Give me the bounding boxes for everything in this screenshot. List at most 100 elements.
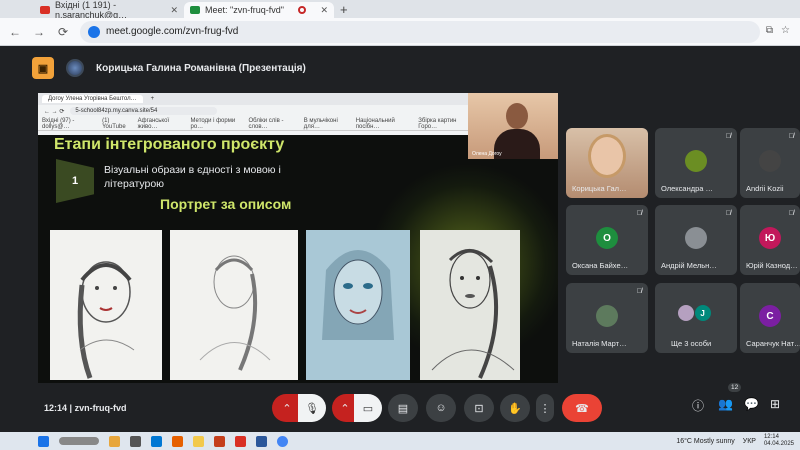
participant-tile[interactable]: 🎙̸ Ю Юрій Казнод… — [740, 205, 800, 275]
presentation-icon: ▣ — [32, 57, 54, 79]
widgets-icon[interactable] — [109, 435, 120, 447]
mic-off-icon: 🎙̸ — [788, 210, 794, 217]
chat-icon[interactable]: 💬 — [744, 397, 759, 411]
more-options-button[interactable]: ⋮ — [536, 394, 554, 422]
avatar — [678, 305, 695, 321]
explorer-icon[interactable] — [193, 435, 204, 447]
address-bar: ← → ⟳ meet.google.com/zvn-frug-fvd ⧉ ☆ — [0, 18, 800, 46]
translate-icon[interactable]: ⧉ — [766, 25, 773, 36]
portrait-drawing-1 — [50, 230, 162, 380]
shared-tab-bar: Догоу Улена Угорівна Бештол… + — [38, 93, 468, 105]
step-text: Візуальні образи в єдності з мовою і літ… — [104, 164, 281, 190]
more-icon: ⋮ — [539, 402, 551, 415]
close-icon[interactable]: ✕ — [170, 5, 178, 16]
language-indicator[interactable]: УКР — [743, 438, 756, 445]
tab-meet[interactable]: Meet: "zvn-fruq-fvd" ✕ — [184, 2, 334, 18]
raise-hand-button[interactable]: ✋ — [500, 394, 530, 422]
browser-tab-bar: Вхідні (1 191) - n.saranchuk@g… ✕ Meet: … — [0, 0, 800, 20]
step-number: 1 — [71, 175, 79, 187]
camera-off-icon: ▭ — [362, 402, 374, 415]
shared-tab: Догоу Улена Угорівна Бештол… — [42, 95, 143, 103]
avatar-letter: J — [700, 308, 705, 318]
task-view-icon[interactable] — [130, 435, 141, 447]
present-button[interactable]: ⊡ — [464, 394, 494, 422]
url-text: meet.google.com/zvn-frug-fvd — [106, 26, 239, 37]
start-icon[interactable] — [38, 435, 49, 447]
gmail-icon — [40, 6, 50, 14]
leave-call-button[interactable]: ☎ — [562, 394, 602, 422]
participant-name: Юрій Казнод… — [746, 261, 798, 270]
forward-button[interactable]: → — [32, 25, 46, 39]
participant-name: Саранчук Нат… — [746, 339, 800, 348]
meeting-time: 12:14 | zvn-fruq-fvd — [44, 403, 127, 413]
search-box[interactable] — [59, 437, 99, 445]
camera-toggle-button[interactable]: ▭ — [354, 394, 382, 422]
tab-gmail[interactable]: Вхідні (1 191) - n.saranchuk@g… ✕ — [34, 0, 184, 20]
shared-nav-icons: ← → ⟳ — [44, 108, 65, 115]
powerpoint-icon[interactable] — [214, 435, 225, 447]
reload-button[interactable]: ⟳ — [56, 25, 70, 39]
portrait-drawing-2 — [170, 230, 298, 380]
participant-name: Andrii Kozii — [746, 184, 784, 193]
participant-tile[interactable]: J Ще 3 особи — [655, 283, 737, 353]
participant-tile[interactable]: 🎙̸ Наталія Март… — [566, 283, 648, 353]
bookmark-item: В мульчіконі для… — [303, 117, 338, 130]
activities-icon[interactable]: ⊞ — [770, 397, 780, 411]
participant-tile[interactable]: 🎙̸ Олександра … — [655, 128, 737, 198]
weather-text[interactable]: 16°C Mostly sunny — [676, 438, 734, 445]
presenter-title: Корицька Галина Романівна (Презентація) — [96, 62, 306, 74]
new-tab-button[interactable]: + — [340, 2, 348, 17]
chrome-icon[interactable] — [277, 435, 288, 447]
mic-off-icon: 🎙̸ — [725, 210, 731, 217]
meet-header: ▣ Корицька Галина Романівна (Презентація… — [0, 46, 800, 90]
avatar — [685, 150, 707, 172]
avatar — [66, 59, 84, 77]
tab-gmail-label: Вхідні (1 191) - n.saranchuk@g… — [55, 0, 128, 20]
site-info-icon[interactable] — [88, 25, 100, 38]
clock-time: 12:14 — [763, 434, 779, 440]
participant-name: Оксана Байхе… — [572, 261, 629, 270]
participant-name: Ще 3 особи — [671, 339, 712, 348]
avatar: С — [759, 305, 781, 327]
participant-tile[interactable]: 🎙̸ Андрій Мельн… — [655, 205, 737, 275]
close-icon[interactable]: ✕ — [320, 5, 328, 16]
bookmark-item: Національний посібн… — [355, 117, 395, 130]
hand-icon: ✋ — [508, 402, 522, 415]
mic-toggle-button[interactable]: 🎙 — [298, 394, 326, 422]
mic-off-icon: 🎙̸ — [636, 288, 642, 295]
media-icon[interactable] — [235, 435, 246, 447]
meet-controls-bar: 12:14 | zvn-fruq-fvd ⌃ 🎙 ⌃ ▭ ▤ ☺ ⊡ ✋ ⋮ ☎… — [0, 386, 800, 432]
avatar: О — [596, 227, 618, 249]
people-icon[interactable]: 👥 — [718, 397, 733, 411]
word-icon[interactable] — [256, 435, 267, 447]
portrait-drawing-4 — [420, 230, 520, 380]
captions-button[interactable]: ▤ — [388, 394, 418, 422]
participant-tile[interactable]: 🎙̸ О Оксана Байхе… — [566, 205, 648, 275]
avatar-letter: Ю — [764, 232, 776, 244]
meeting-code: zvn-fruq-fvd — [74, 403, 127, 413]
recording-icon — [298, 6, 307, 14]
shared-new-tab-icon: + — [150, 96, 155, 102]
participant-name: Наталія Март… — [572, 339, 627, 348]
participant-count-badge: 12 — [728, 383, 742, 392]
bookmark-item: Методи і форми ро… — [190, 117, 236, 130]
bookmark-item: Вхідні (97) - dollys@… — [42, 117, 75, 130]
reactions-button[interactable]: ☺ — [426, 394, 456, 422]
browser-actions: ⧉ ☆ — [766, 25, 790, 36]
participant-tile[interactable]: С Саранчук Нат… — [740, 283, 800, 353]
back-button[interactable]: ← — [8, 25, 22, 39]
clock[interactable]: 12:14 04.04.2025 — [764, 434, 794, 448]
avatar — [759, 150, 781, 172]
info-icon[interactable]: ⓘ — [692, 397, 704, 414]
bookmark-icon[interactable]: ☆ — [781, 25, 790, 36]
slide-title: Етапи інтегрованого проєкту — [54, 136, 285, 153]
participant-tile[interactable]: 🎙̸ Andrii Kozii — [740, 128, 800, 198]
edge-icon[interactable] — [151, 435, 162, 447]
participant-tile[interactable]: Корицька Гал… — [566, 128, 648, 198]
url-input[interactable]: meet.google.com/zvn-frug-fvd — [80, 20, 760, 43]
meeting-time-value: 12:14 — [44, 403, 68, 413]
firefox-icon[interactable] — [172, 435, 183, 447]
present-icon: ⊡ — [474, 402, 484, 415]
participant-name: Андрій Мельн… — [661, 261, 717, 270]
hang-up-icon: ☎ — [575, 402, 589, 415]
